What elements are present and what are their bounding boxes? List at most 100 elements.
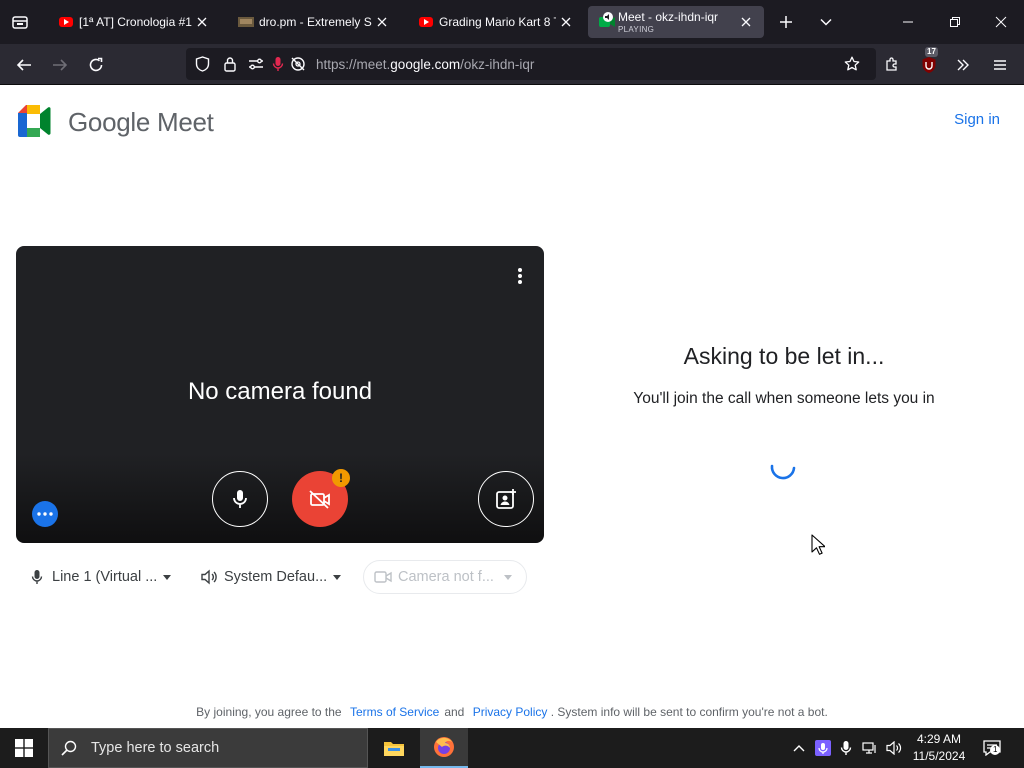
loading-spinner-icon [770, 464, 796, 480]
network-icon [862, 742, 876, 754]
footer-prefix: By joining, you agree to the [196, 705, 342, 719]
firefox-icon [434, 737, 454, 757]
camera-select[interactable]: Camera not f... [363, 560, 527, 594]
forward-button[interactable] [47, 52, 73, 78]
plus-icon [780, 16, 792, 28]
asking-title: Asking to be let in... [683, 343, 885, 369]
bookmark-star-icon[interactable] [844, 56, 860, 72]
permissions-icon[interactable] [248, 56, 264, 72]
restore-window-button[interactable] [943, 10, 967, 34]
close-tab-icon[interactable] [738, 14, 754, 30]
tab-cronologia[interactable]: [1ª AT] Cronologia #10 [52, 6, 216, 38]
reload-button[interactable] [83, 52, 109, 78]
start-button[interactable] [0, 728, 48, 768]
list-all-tabs-button[interactable] [814, 10, 838, 34]
close-tab-icon[interactable] [374, 14, 390, 30]
mouse-pointer-icon [811, 534, 825, 555]
camera-warning-badge: ! [332, 469, 350, 487]
google-meet-logo-icon [18, 105, 51, 137]
double-chevron-right-icon [957, 59, 969, 71]
tab-title: dro.pm - Extremely Sh [259, 15, 372, 29]
youtube-icon [418, 14, 434, 30]
caret-down-icon [333, 574, 342, 580]
tab-title: Grading Mario Kart 8 Tr [439, 15, 556, 29]
sign-in-link[interactable]: Sign in [954, 111, 1000, 128]
hamburger-menu-icon [994, 60, 1006, 70]
microphone-icon [233, 490, 247, 508]
back-button[interactable] [11, 52, 37, 78]
app-menu-button[interactable] [987, 52, 1013, 78]
puzzle-icon [886, 57, 897, 71]
ublock-extension-button[interactable]: 17 [916, 47, 942, 78]
microphone-active-icon[interactable] [270, 56, 286, 72]
chevron-down-icon [820, 18, 832, 26]
extensions-button[interactable] [879, 52, 905, 78]
navigation-toolbar: https://meet.google.com/okz-ihdn-iqr 17 [0, 44, 1024, 85]
purple-microphone-icon [815, 740, 831, 756]
firefox-view-icon [12, 16, 28, 29]
firefox-view-button[interactable] [8, 10, 32, 34]
network-tray-icon[interactable] [860, 738, 880, 758]
no-camera-message: No camera found [187, 378, 373, 405]
tab-title: [1ª AT] Cronologia #10 [79, 15, 192, 29]
arrow-left-icon [16, 59, 31, 71]
more-options-button[interactable] [32, 501, 58, 527]
file-explorer-taskbar-button[interactable] [370, 728, 418, 768]
taskbar-clock[interactable]: 4:29 AM 11/5/2024 [908, 731, 970, 765]
close-tab-icon[interactable] [558, 14, 574, 30]
terms-of-service-link[interactable]: Terms of Service [345, 705, 444, 719]
url-domain: google.com [390, 57, 461, 72]
preview-options-button[interactable] [510, 262, 530, 290]
visual-effects-button[interactable] [478, 471, 534, 527]
ublock-shield-icon [922, 57, 936, 73]
show-hidden-icons-button[interactable] [789, 738, 809, 758]
close-icon [995, 16, 1007, 28]
restore-icon [950, 17, 960, 27]
arrow-right-icon [53, 59, 68, 71]
privacy-policy-link[interactable]: Privacy Policy [468, 705, 548, 719]
tab-mario-kart[interactable]: Grading Mario Kart 8 Tr [412, 6, 580, 38]
microphone-icon [28, 568, 46, 586]
reload-icon [89, 57, 103, 72]
video-camera-icon [374, 568, 392, 586]
footer-suffix: . System info will be sent to confirm yo… [550, 705, 828, 719]
microphone-in-use-icon[interactable] [836, 738, 856, 758]
firefox-taskbar-button[interactable] [420, 728, 468, 768]
microphone-selected-value: Line 1 (Virtual ... [52, 569, 158, 585]
close-window-button[interactable] [989, 10, 1013, 34]
taskbar-search-box[interactable]: Type here to search [48, 728, 368, 768]
toggle-microphone-button[interactable] [212, 471, 268, 527]
camera-selected-value: Camera not f... [398, 569, 494, 585]
search-icon [61, 740, 77, 756]
new-tab-button[interactable] [774, 10, 798, 34]
action-center-button[interactable]: 1 [982, 738, 1002, 758]
microphone-select[interactable]: Line 1 (Virtual ... [28, 560, 172, 594]
tab-meet[interactable]: Meet - okz-ihdn-iqr PLAYING [588, 6, 764, 38]
chevron-up-icon [793, 745, 805, 752]
folder-icon [384, 742, 404, 756]
toggle-camera-button[interactable]: ! [292, 469, 350, 527]
video-preview: No camera found ! [16, 246, 544, 543]
minimize-window-button[interactable] [896, 10, 920, 34]
asking-subtitle: You'll join the call when someone lets y… [633, 390, 935, 407]
tab-title: Meet - okz-ihdn-iqr [618, 10, 719, 24]
voice-app-tray-icon[interactable] [813, 738, 833, 758]
youtube-icon [58, 14, 74, 30]
volume-tray-icon[interactable] [884, 738, 904, 758]
address-bar[interactable]: https://meet.google.com/okz-ihdn-iqr [186, 48, 876, 80]
clock-date: 11/5/2024 [912, 749, 966, 763]
speaker-icon [200, 568, 218, 586]
footer-and: and [444, 705, 465, 719]
visual-effects-icon [496, 489, 516, 509]
search-placeholder: Type here to search [91, 740, 220, 756]
tab-dro-pm[interactable]: dro.pm - Extremely Sh [232, 6, 396, 38]
close-tab-icon[interactable] [194, 14, 210, 30]
url-prefix: https://meet. [316, 57, 391, 72]
url-text: https://meet.google.com/okz-ihdn-iqr [316, 57, 534, 72]
shield-icon[interactable] [194, 56, 210, 72]
speaker-select[interactable]: System Defau... [200, 560, 342, 594]
lock-icon[interactable] [222, 56, 238, 72]
tracking-blocked-icon[interactable] [290, 56, 306, 72]
microphone-icon [840, 741, 852, 755]
more-tools-button[interactable] [950, 52, 976, 78]
